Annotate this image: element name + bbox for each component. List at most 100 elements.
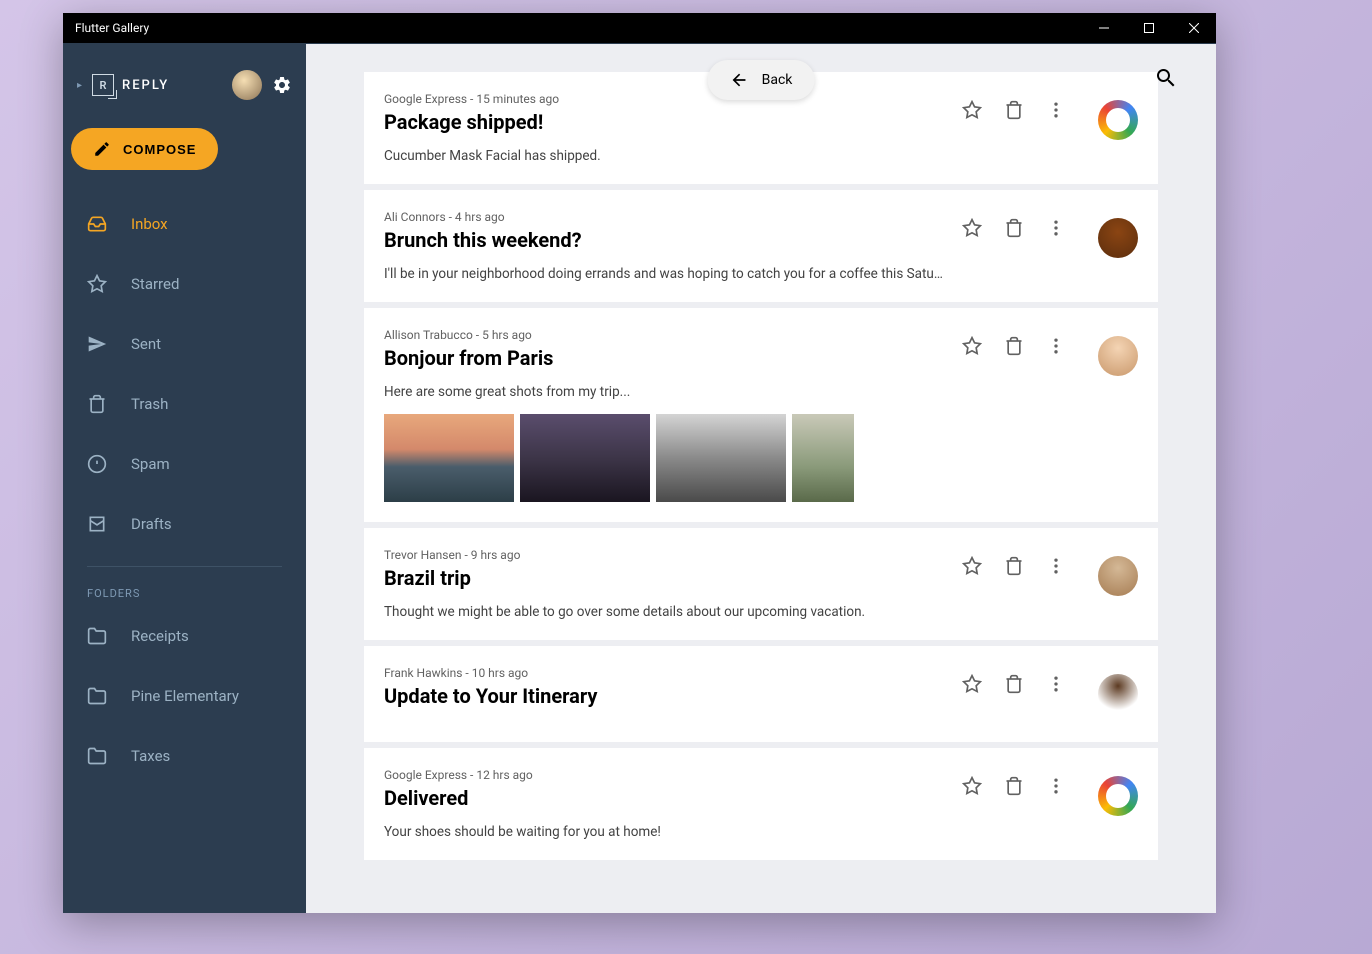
star-icon[interactable] — [962, 218, 982, 238]
minimize-button[interactable] — [1081, 13, 1126, 43]
email-list: Google Express - 15 minutes ago Package … — [306, 44, 1216, 882]
attachment-thumbs — [384, 414, 946, 502]
email-card[interactable]: Frank Hawkins - 10 hrs ago Update to You… — [364, 646, 1158, 742]
folder-item-receipts[interactable]: Receipts — [63, 606, 306, 666]
divider — [87, 566, 282, 567]
email-content: Google Express - 12 hrs ago Delivered Yo… — [384, 768, 946, 840]
app-window: Flutter Gallery ▸ R REPLY — [63, 13, 1216, 913]
star-icon[interactable] — [962, 674, 982, 694]
email-content: Trevor Hansen - 9 hrs ago Brazil trip Th… — [384, 548, 946, 620]
email-meta: Trevor Hansen - 9 hrs ago — [384, 548, 946, 562]
folder-label: Taxes — [131, 747, 170, 765]
sender-avatar[interactable] — [1098, 674, 1138, 714]
more-icon[interactable] — [1046, 336, 1066, 356]
sender-avatar[interactable] — [1098, 218, 1138, 258]
email-card[interactable]: Trevor Hansen - 9 hrs ago Brazil trip Th… — [364, 528, 1158, 640]
spam-icon — [87, 454, 107, 474]
user-avatar[interactable] — [232, 70, 262, 100]
delete-icon[interactable] — [1004, 674, 1024, 694]
email-subject: Brunch this weekend? — [384, 228, 946, 252]
more-icon[interactable] — [1046, 100, 1066, 120]
attachment-thumb[interactable] — [656, 414, 786, 502]
sender-avatar[interactable] — [1098, 100, 1138, 140]
sidebar: ▸ R REPLY COMPOSE Inbox Starred Sent Trash S… — [63, 44, 306, 913]
email-subject: Bonjour from Paris — [384, 346, 946, 370]
email-content: Google Express - 15 minutes ago Package … — [384, 92, 946, 164]
email-actions — [962, 328, 1138, 502]
sidebar-item-spam[interactable]: Spam — [63, 434, 306, 494]
delete-icon[interactable] — [1004, 336, 1024, 356]
sender-avatar[interactable] — [1098, 776, 1138, 816]
delete-icon[interactable] — [1004, 100, 1024, 120]
sidebar-item-label: Sent — [131, 335, 161, 353]
email-actions — [962, 768, 1138, 840]
sender-avatar[interactable] — [1098, 556, 1138, 596]
sidebar-item-label: Trash — [131, 395, 168, 413]
nav-folders: ReceiptsPine Elementary Taxes — [63, 606, 306, 786]
sidebar-item-drafts[interactable]: Drafts — [63, 494, 306, 554]
sidebar-item-sent[interactable]: Sent — [63, 314, 306, 374]
delete-icon[interactable] — [1004, 556, 1024, 576]
folder-item-taxes[interactable]: Taxes — [63, 726, 306, 786]
email-actions — [962, 210, 1138, 282]
compose-button[interactable]: COMPOSE — [71, 128, 218, 170]
more-icon[interactable] — [1046, 218, 1066, 238]
more-icon[interactable] — [1046, 674, 1066, 694]
email-preview: Thought we might be able to go over some… — [384, 604, 946, 620]
email-preview: Your shoes should be waiting for you at … — [384, 824, 946, 840]
nav-main: Inbox Starred Sent Trash Spam Drafts — [63, 194, 306, 554]
chevron-right-icon: ▸ — [77, 80, 82, 91]
back-label: Back — [762, 72, 793, 88]
edit-icon — [93, 140, 111, 158]
search-icon — [1154, 66, 1178, 90]
folder-item-pine-elementary[interactable]: Pine Elementary — [63, 666, 306, 726]
email-actions — [962, 548, 1138, 620]
star-icon[interactable] — [962, 100, 982, 120]
reply-logo-text: REPLY — [122, 78, 169, 93]
folder-icon — [87, 746, 107, 766]
folder-icon — [87, 686, 107, 706]
sidebar-item-label: Inbox — [131, 215, 168, 233]
sidebar-item-starred[interactable]: Starred — [63, 254, 306, 314]
more-icon[interactable] — [1046, 776, 1066, 796]
sidebar-item-label: Starred — [131, 275, 179, 293]
email-preview: Cucumber Mask Facial has shipped. — [384, 148, 946, 164]
email-subject: Brazil trip — [384, 566, 946, 590]
sidebar-item-inbox[interactable]: Inbox — [63, 194, 306, 254]
star-icon[interactable] — [962, 336, 982, 356]
maximize-button[interactable] — [1126, 13, 1171, 43]
star-icon[interactable] — [962, 556, 982, 576]
email-meta: Ali Connors - 4 hrs ago — [384, 210, 946, 224]
folder-icon — [87, 626, 107, 646]
email-card[interactable]: Google Express - 12 hrs ago Delivered Yo… — [364, 748, 1158, 860]
inbox-icon — [87, 214, 107, 234]
star-icon[interactable] — [962, 776, 982, 796]
email-preview: Here are some great shots from my trip..… — [384, 384, 946, 400]
email-actions — [962, 92, 1138, 164]
email-actions — [962, 666, 1138, 722]
attachment-thumb[interactable] — [384, 414, 514, 502]
delete-icon[interactable] — [1004, 776, 1024, 796]
sidebar-item-trash[interactable]: Trash — [63, 374, 306, 434]
titlebar-controls — [1081, 13, 1216, 43]
reply-logo[interactable]: R REPLY — [92, 74, 222, 96]
search-button[interactable] — [1154, 66, 1178, 90]
email-meta: Allison Trabucco - 5 hrs ago — [384, 328, 946, 342]
email-card[interactable]: Allison Trabucco - 5 hrs ago Bonjour fro… — [364, 308, 1158, 522]
send-icon — [87, 334, 107, 354]
email-subject: Delivered — [384, 786, 946, 810]
delete-icon[interactable] — [1004, 218, 1024, 238]
attachment-thumb[interactable] — [792, 414, 854, 502]
email-card[interactable]: Ali Connors - 4 hrs ago Brunch this week… — [364, 190, 1158, 302]
back-button[interactable]: Back — [708, 60, 815, 100]
sender-avatar[interactable] — [1098, 336, 1138, 376]
email-meta: Frank Hawkins - 10 hrs ago — [384, 666, 946, 680]
settings-icon[interactable] — [272, 75, 292, 95]
arrow-back-icon — [730, 70, 750, 90]
sidebar-item-label: Spam — [131, 455, 170, 473]
attachment-thumb[interactable] — [520, 414, 650, 502]
close-button[interactable] — [1171, 13, 1216, 43]
folders-heading: FOLDERS — [63, 579, 306, 606]
more-icon[interactable] — [1046, 556, 1066, 576]
reply-logo-icon: R — [92, 74, 114, 96]
